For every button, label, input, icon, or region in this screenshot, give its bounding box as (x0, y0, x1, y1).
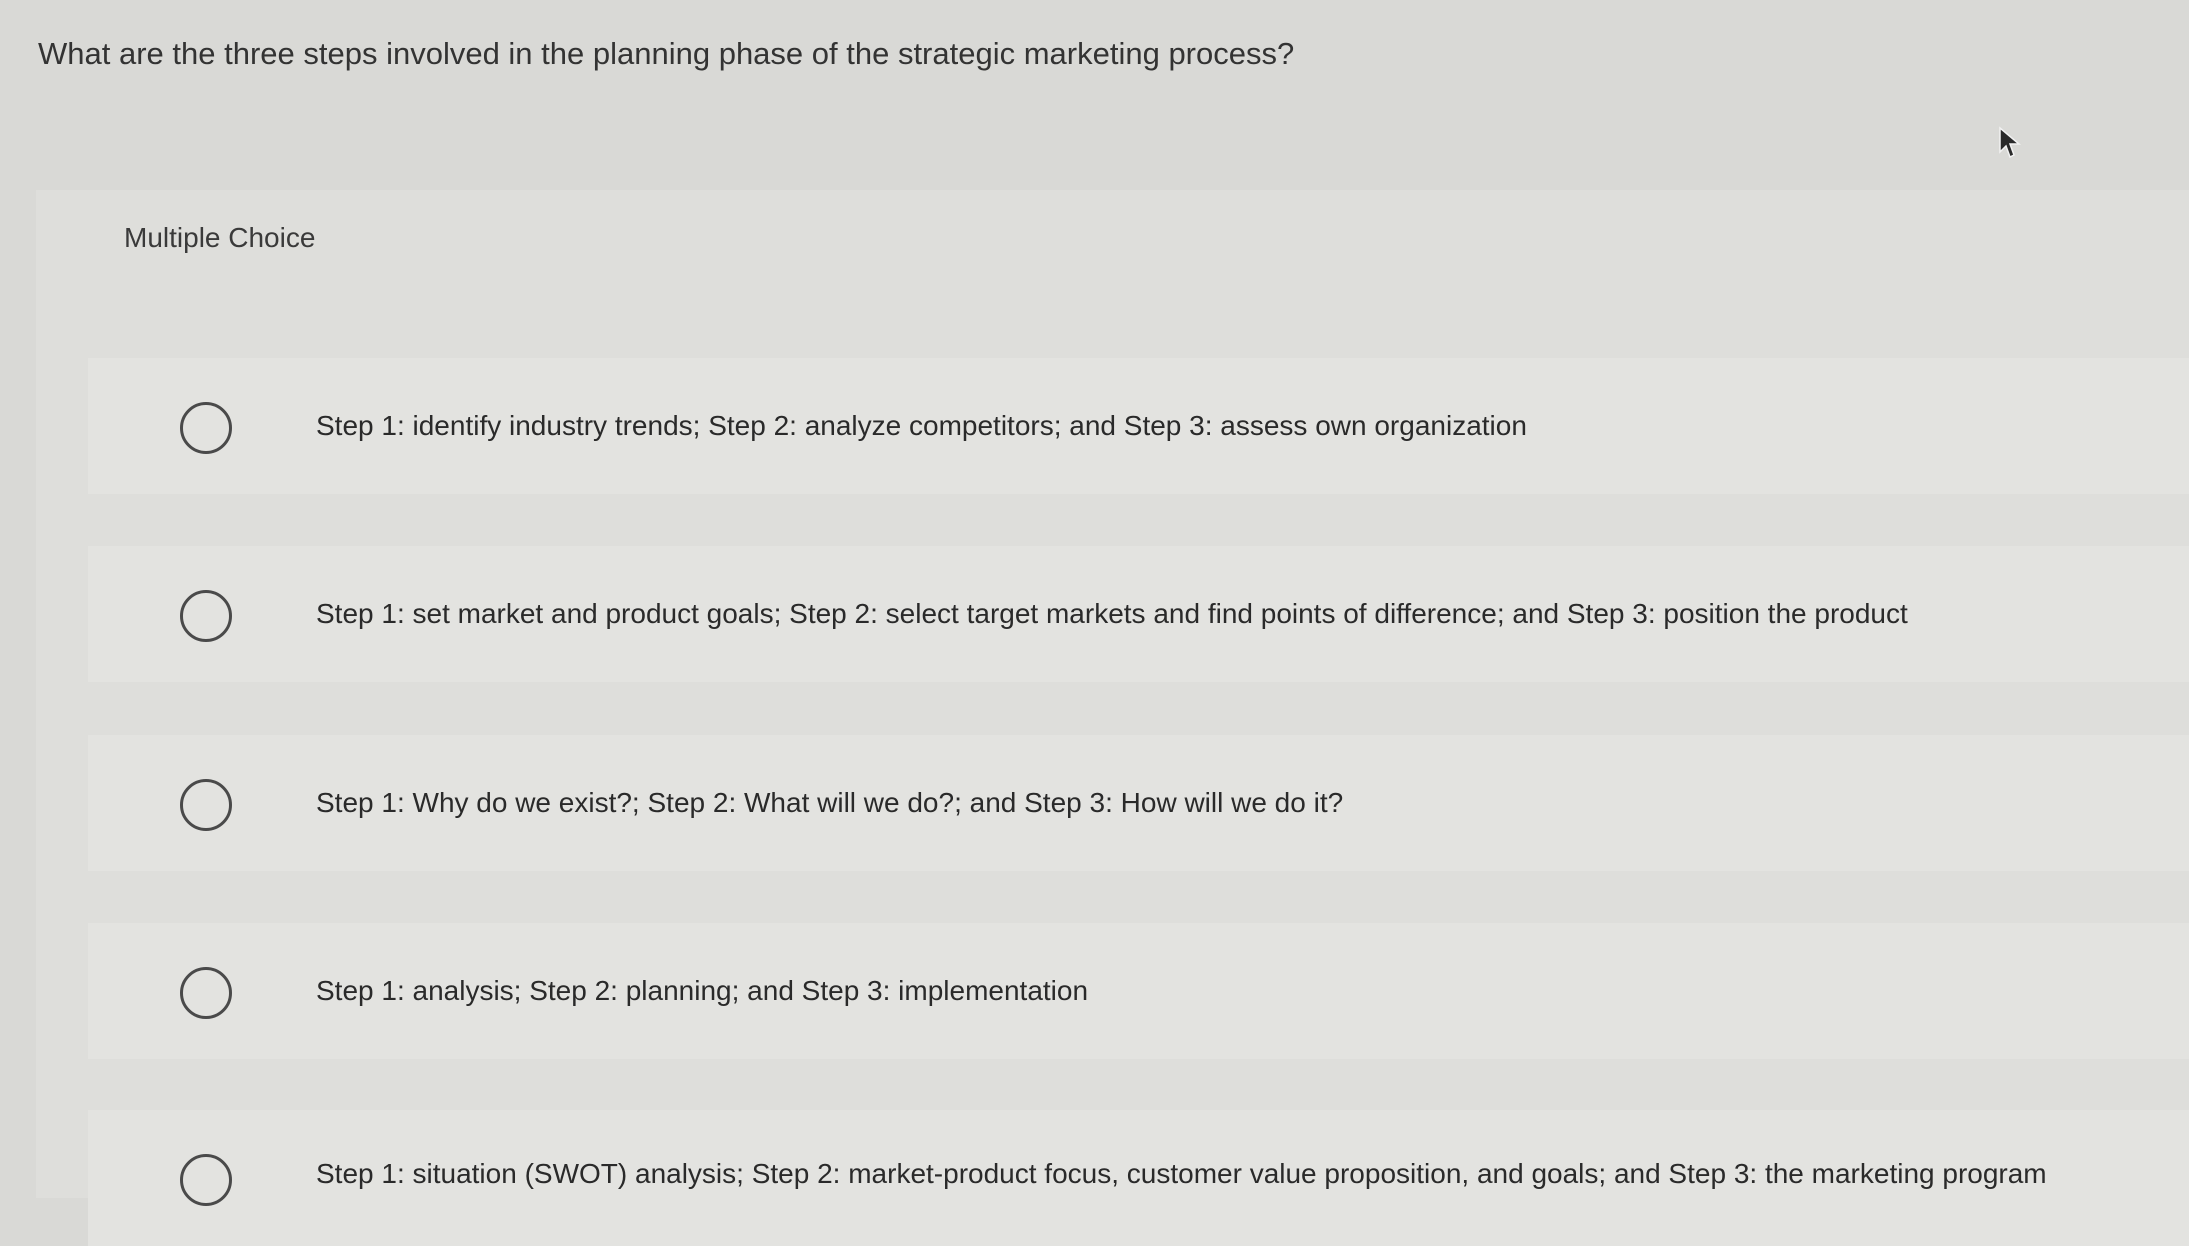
choice-option-4[interactable]: Step 1: analysis; Step 2: planning; and … (88, 923, 2189, 1059)
radio-button[interactable] (180, 967, 232, 1019)
choice-option-text: Step 1: situation (SWOT) analysis; Step … (316, 1158, 2047, 1189)
choice-option-text: Step 1: analysis; Step 2: planning; and … (316, 975, 1089, 1006)
choice-option-text: Step 1: Why do we exist?; Step 2: What w… (316, 787, 1344, 818)
question-text: What are the three steps involved in the… (38, 36, 1295, 71)
choice-option-5[interactable]: Step 1: situation (SWOT) analysis; Step … (88, 1110, 2189, 1246)
radio-button[interactable] (180, 779, 232, 831)
choice-option-2[interactable]: Step 1: set market and product goals; St… (88, 546, 2189, 682)
question-panel: Multiple Choice Step 1: identify industr… (36, 190, 2189, 1246)
arrow-cursor-icon (1999, 126, 2022, 159)
radio-button[interactable] (180, 590, 232, 642)
radio-button[interactable] (180, 402, 232, 454)
choice-option-text: Step 1: identify industry trends; Step 2… (316, 410, 1527, 441)
choice-option-text: Step 1: set market and product goals; St… (316, 598, 1908, 629)
choice-option-1[interactable]: Step 1: identify industry trends; Step 2… (88, 358, 2189, 494)
question-type-label: Multiple Choice (124, 222, 316, 253)
choice-option-3[interactable]: Step 1: Why do we exist?; Step 2: What w… (88, 735, 2189, 871)
radio-button[interactable] (180, 1154, 232, 1206)
